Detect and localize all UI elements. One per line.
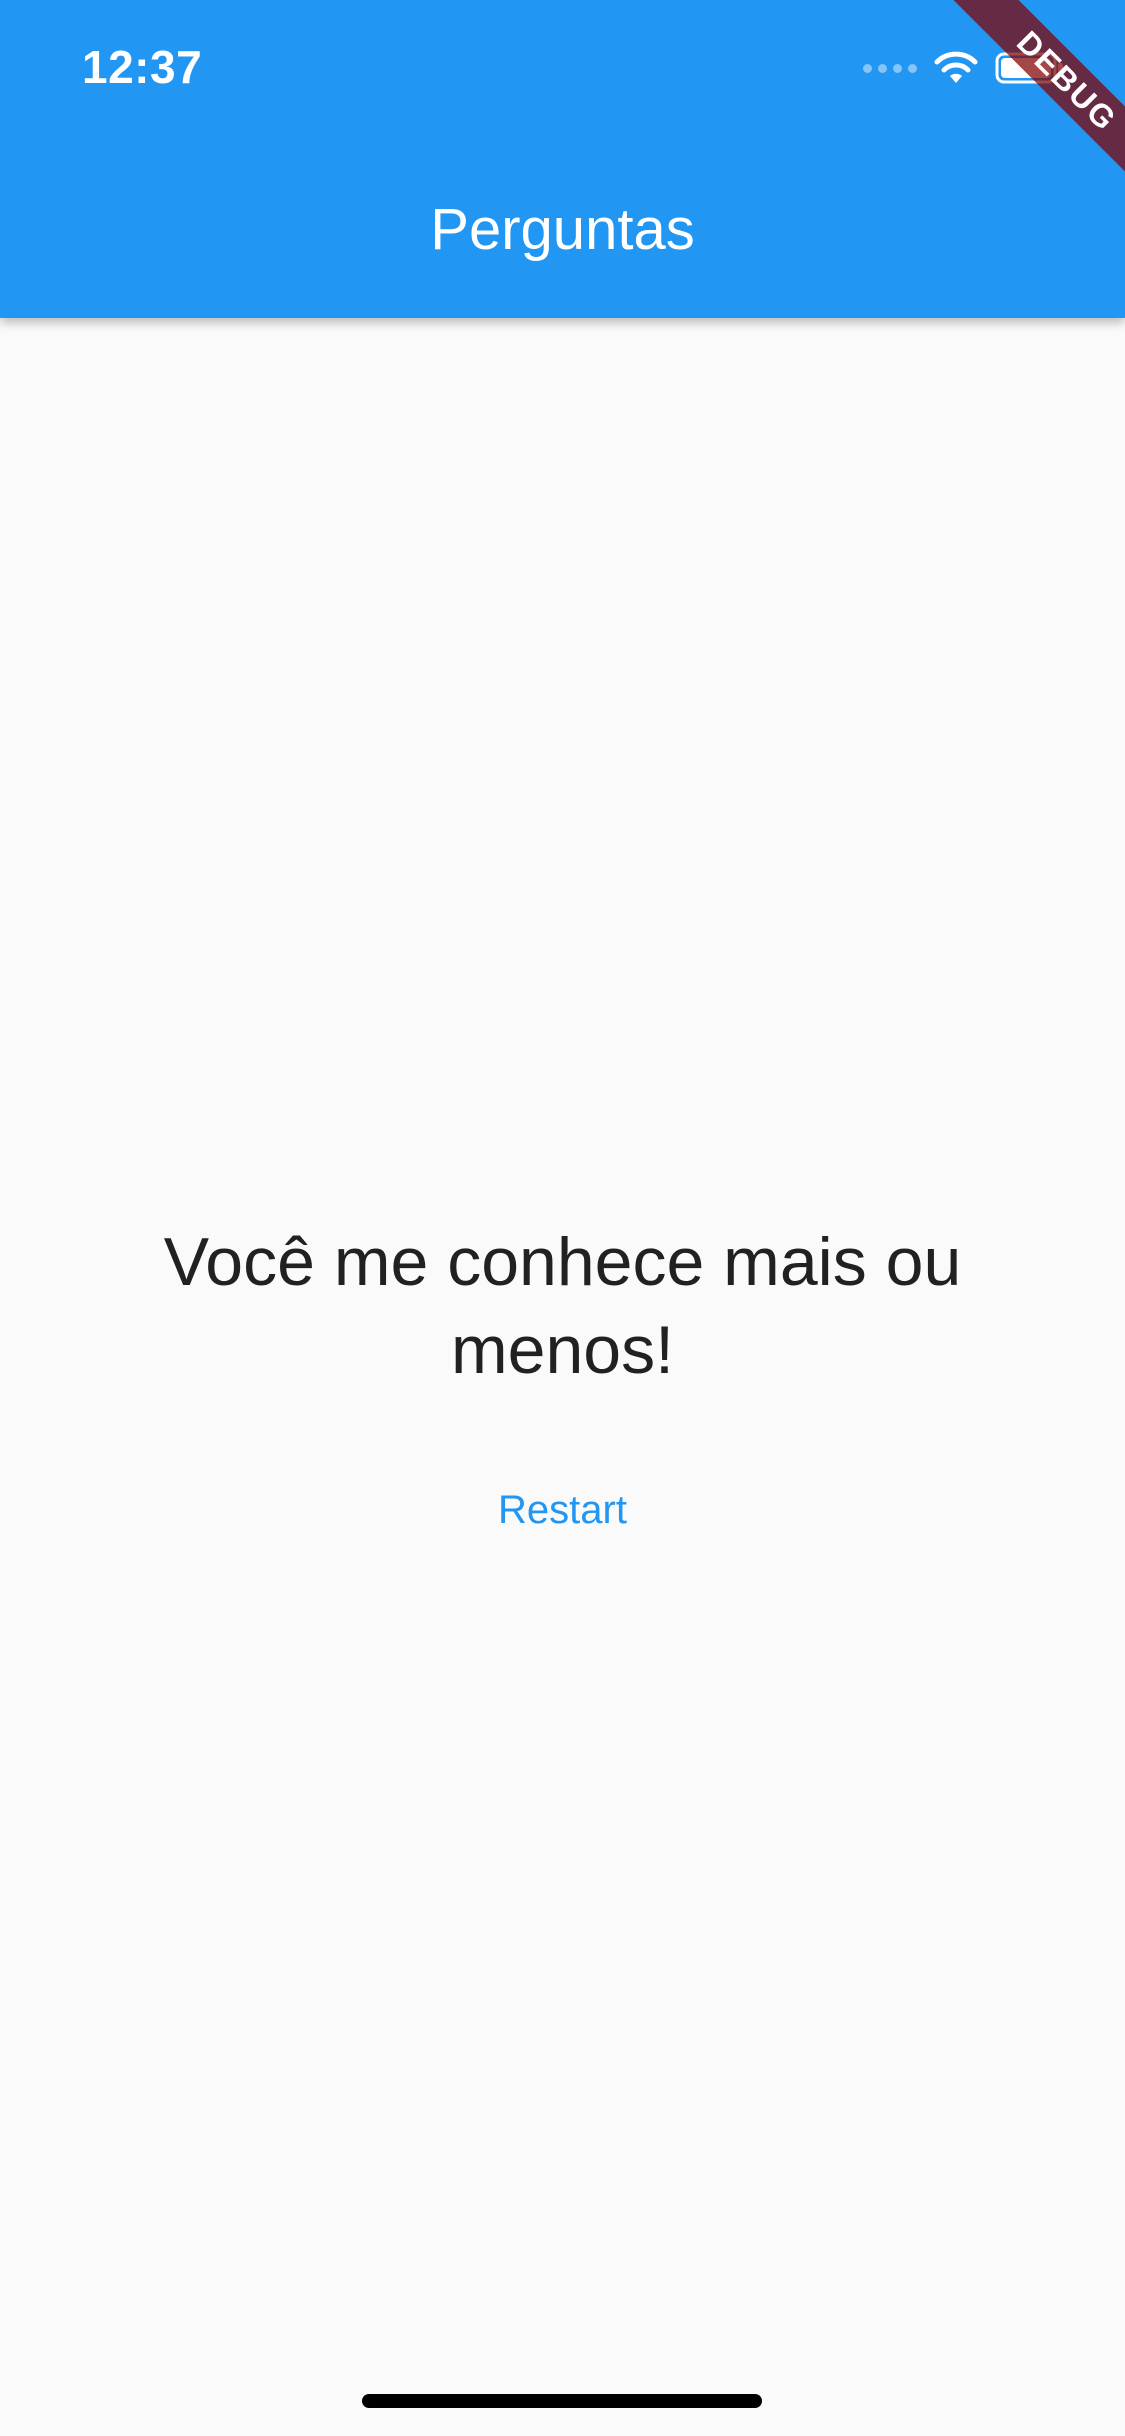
quiz-result-body: Você me conhece mais ou menos! Restart (0, 318, 1125, 2436)
restart-button[interactable]: Restart (458, 1468, 667, 1553)
status-icons (863, 48, 1065, 88)
app-title: Perguntas (430, 197, 695, 262)
home-indicator[interactable] (362, 2394, 762, 2408)
app-bar: 12:37 Perguntas (0, 0, 1125, 318)
app-screen: 12:37 Perguntas DEBUG Você me conhece ma… (0, 0, 1125, 2436)
wifi-icon (934, 51, 978, 83)
signal-dots-icon (863, 63, 917, 73)
battery-icon (995, 52, 1063, 84)
status-time: 12:37 (82, 41, 203, 93)
result-message: Você me conhece mais ou menos! (163, 1224, 962, 1388)
